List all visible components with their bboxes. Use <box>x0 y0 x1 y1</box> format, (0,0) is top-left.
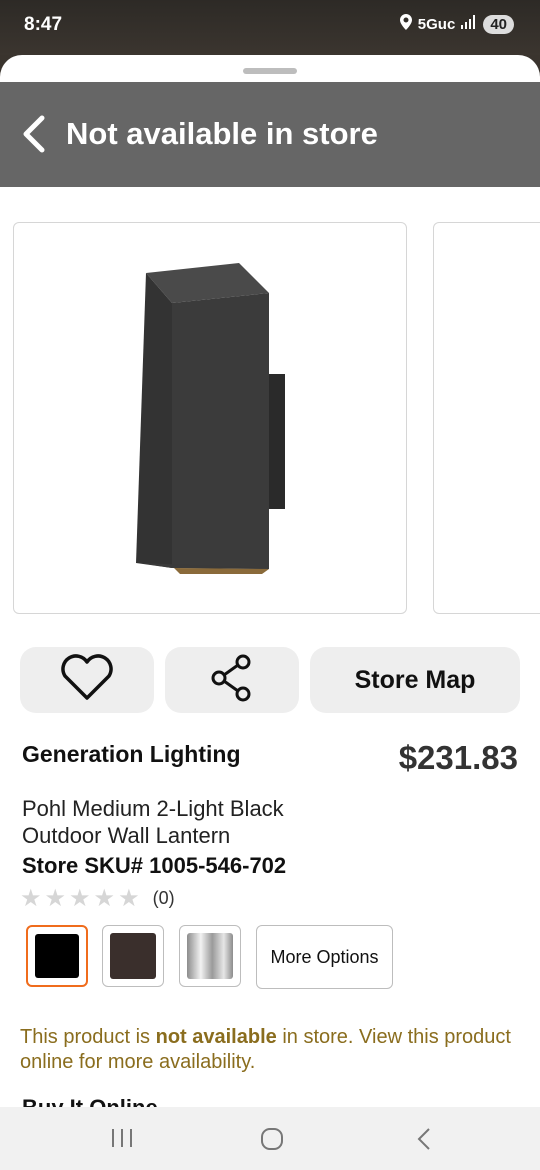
home-icon[interactable] <box>260 1127 284 1156</box>
product-sku: Store SKU# 1005-546-702 <box>22 853 287 878</box>
recent-apps-icon[interactable] <box>110 1127 134 1154</box>
product-image-card[interactable] <box>13 222 407 614</box>
product-title-line1: Pohl Medium 2-Light Black <box>22 796 284 821</box>
star-icon: ★ <box>44 885 67 912</box>
back-icon[interactable] <box>414 1127 434 1156</box>
battery-badge: 40 <box>483 14 514 34</box>
product-price: $231.83 <box>398 739 518 776</box>
star-icon: ★ <box>118 885 140 912</box>
signal-icon <box>461 15 477 33</box>
product-brand[interactable]: Generation Lighting <box>22 741 241 768</box>
system-nav-bar <box>0 1107 540 1170</box>
swatch-silver-fill <box>187 933 233 979</box>
status-bar: 8:47 5Guc 40 <box>0 0 540 55</box>
favorite-button[interactable] <box>20 647 154 713</box>
store-map-label: Store Map <box>354 665 476 694</box>
back-chevron-icon[interactable] <box>18 114 52 154</box>
status-time: 8:47 <box>24 14 63 35</box>
swatch-black-fill <box>35 934 79 978</box>
swatch-bronze[interactable] <box>102 925 164 987</box>
heart-icon <box>59 653 115 707</box>
review-count: (0) <box>152 888 175 908</box>
product-title-line2: Outdoor Wall Lantern <box>22 823 231 848</box>
network-label: 5Guc <box>417 15 456 33</box>
star-icon: ★ <box>20 885 42 912</box>
bottom-sheet: Not available in store Store Map Generat… <box>0 55 540 1170</box>
more-options-button[interactable]: More Options <box>256 925 393 989</box>
rating-stars[interactable]: ★ ★ ★ ★ ★ (0) <box>20 884 175 913</box>
store-map-button[interactable]: Store Map <box>310 647 520 713</box>
availability-notice: This product is not available in store. … <box>20 1025 520 1075</box>
notice-text: This product is <box>20 1026 156 1048</box>
header-title: Not available in store <box>66 116 378 151</box>
star-icon: ★ <box>69 885 91 912</box>
share-icon <box>209 653 255 708</box>
status-indicators: 5Guc 40 <box>399 14 514 34</box>
swatch-silver[interactable] <box>179 925 241 987</box>
header-bar: Not available in store <box>0 82 540 187</box>
location-icon <box>399 14 412 34</box>
swatch-black[interactable] <box>26 925 88 987</box>
notice-bold: not available <box>155 1026 277 1048</box>
star-icon: ★ <box>93 885 116 912</box>
sheet-drag-handle[interactable] <box>243 68 297 74</box>
product-image <box>136 263 285 574</box>
share-button[interactable] <box>165 647 299 713</box>
product-image-card-next[interactable] <box>433 222 540 614</box>
swatch-bronze-fill <box>110 933 156 979</box>
